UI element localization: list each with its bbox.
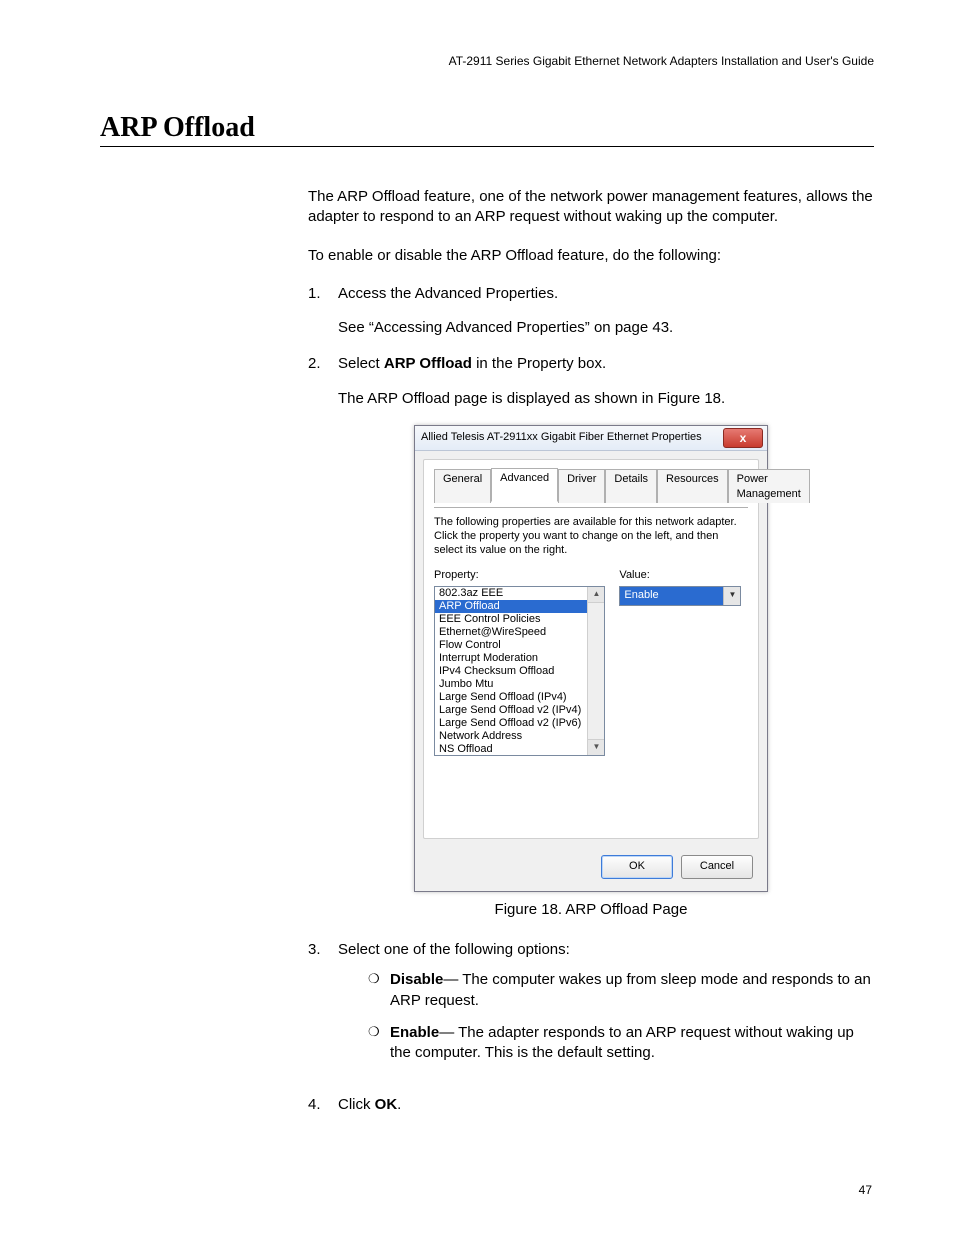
step-2-subtext: The ARP Offload page is displayed as sho… [338, 389, 874, 409]
option-disable-text: — The computer wakes up from sleep mode … [390, 971, 871, 1008]
step-2-number: 2. [308, 354, 338, 409]
property-list-item[interactable]: Jumbo Mtu [435, 678, 604, 691]
property-list-item[interactable]: EEE Control Policies [435, 613, 604, 626]
property-list-item[interactable]: Ethernet@WireSpeed [435, 626, 604, 639]
intro-paragraph-1: The ARP Offload feature, one of the netw… [308, 187, 874, 228]
tab-general[interactable]: General [434, 469, 491, 504]
option-disable-label: Disable [390, 971, 443, 988]
property-list-item[interactable]: IPv4 Checksum Offload [435, 665, 604, 678]
property-list-item[interactable]: Interrupt Moderation [435, 652, 604, 665]
intro-paragraph-2: To enable or disable the ARP Offload fea… [308, 246, 874, 266]
section-title: ARP Offload [100, 112, 874, 147]
close-icon[interactable]: x [723, 428, 763, 448]
running-header: AT-2911 Series Gigabit Ethernet Network … [100, 54, 874, 68]
step-2-pre: Select [338, 355, 384, 372]
step-1-subtext: See “Accessing Advanced Properties” on p… [338, 318, 874, 338]
tab-power-management[interactable]: Power Management [728, 469, 810, 504]
property-list-item[interactable]: Network Address [435, 730, 604, 743]
cancel-button[interactable]: Cancel [681, 855, 753, 879]
step-3-number: 3. [308, 940, 338, 1079]
step-2-post: in the Property box. [472, 355, 606, 372]
step-1-text: Access the Advanced Properties. [338, 285, 558, 302]
ok-button[interactable]: OK [601, 855, 673, 879]
step-4-bold: OK [375, 1096, 398, 1113]
scroll-down-icon[interactable]: ▼ [588, 739, 604, 755]
property-list-item[interactable]: Flow Control [435, 639, 604, 652]
value-dropdown[interactable]: Enable ▼ [619, 586, 741, 606]
tab-resources[interactable]: Resources [657, 469, 728, 504]
step-1-number: 1. [308, 284, 338, 339]
property-listbox[interactable]: 802.3az EEEARP OffloadEEE Control Polici… [434, 586, 605, 756]
figure-wrap: Allied Telesis AT-2911xx Gigabit Fiber E… [308, 425, 874, 892]
bullet-icon: ❍ [368, 970, 390, 1011]
property-list-item[interactable]: Large Send Offload (IPv4) [435, 691, 604, 704]
property-list-item[interactable]: ARP Offload [435, 600, 604, 613]
figure-caption: Figure 18. ARP Offload Page [308, 900, 874, 920]
bullet-icon: ❍ [368, 1023, 390, 1064]
step-4-pre: Click [338, 1096, 375, 1113]
tab-driver[interactable]: Driver [558, 469, 605, 504]
properties-dialog: Allied Telesis AT-2911xx Gigabit Fiber E… [414, 425, 768, 892]
option-enable-label: Enable [390, 1024, 439, 1041]
step-4-post: . [397, 1096, 401, 1113]
tab-advanced[interactable]: Advanced [491, 468, 558, 503]
dialog-title: Allied Telesis AT-2911xx Gigabit Fiber E… [421, 430, 723, 445]
property-list-item[interactable]: NS Offload [435, 743, 604, 756]
property-list-item[interactable]: 802.3az EEE [435, 587, 604, 600]
property-list-item[interactable]: Large Send Offload v2 (IPv4) [435, 704, 604, 717]
dialog-tabs: General Advanced Driver Details Resource… [434, 468, 748, 503]
scrollbar[interactable]: ▲ ▼ [587, 587, 604, 755]
value-label: Value: [619, 568, 748, 583]
value-dropdown-text: Enable [620, 587, 723, 605]
step-3-text: Select one of the following options: [338, 941, 570, 958]
option-enable-text: — The adapter responds to an ARP request… [390, 1024, 854, 1061]
step-2-bold: ARP Offload [384, 355, 472, 372]
property-label: Property: [434, 568, 605, 583]
scroll-up-icon[interactable]: ▲ [588, 587, 604, 603]
page-number: 47 [859, 1183, 872, 1197]
step-4-number: 4. [308, 1095, 338, 1115]
dialog-instruction: The following properties are available f… [434, 516, 748, 557]
property-list-item[interactable]: Large Send Offload v2 (IPv6) [435, 717, 604, 730]
tab-details[interactable]: Details [605, 469, 657, 504]
chevron-down-icon[interactable]: ▼ [723, 587, 740, 605]
